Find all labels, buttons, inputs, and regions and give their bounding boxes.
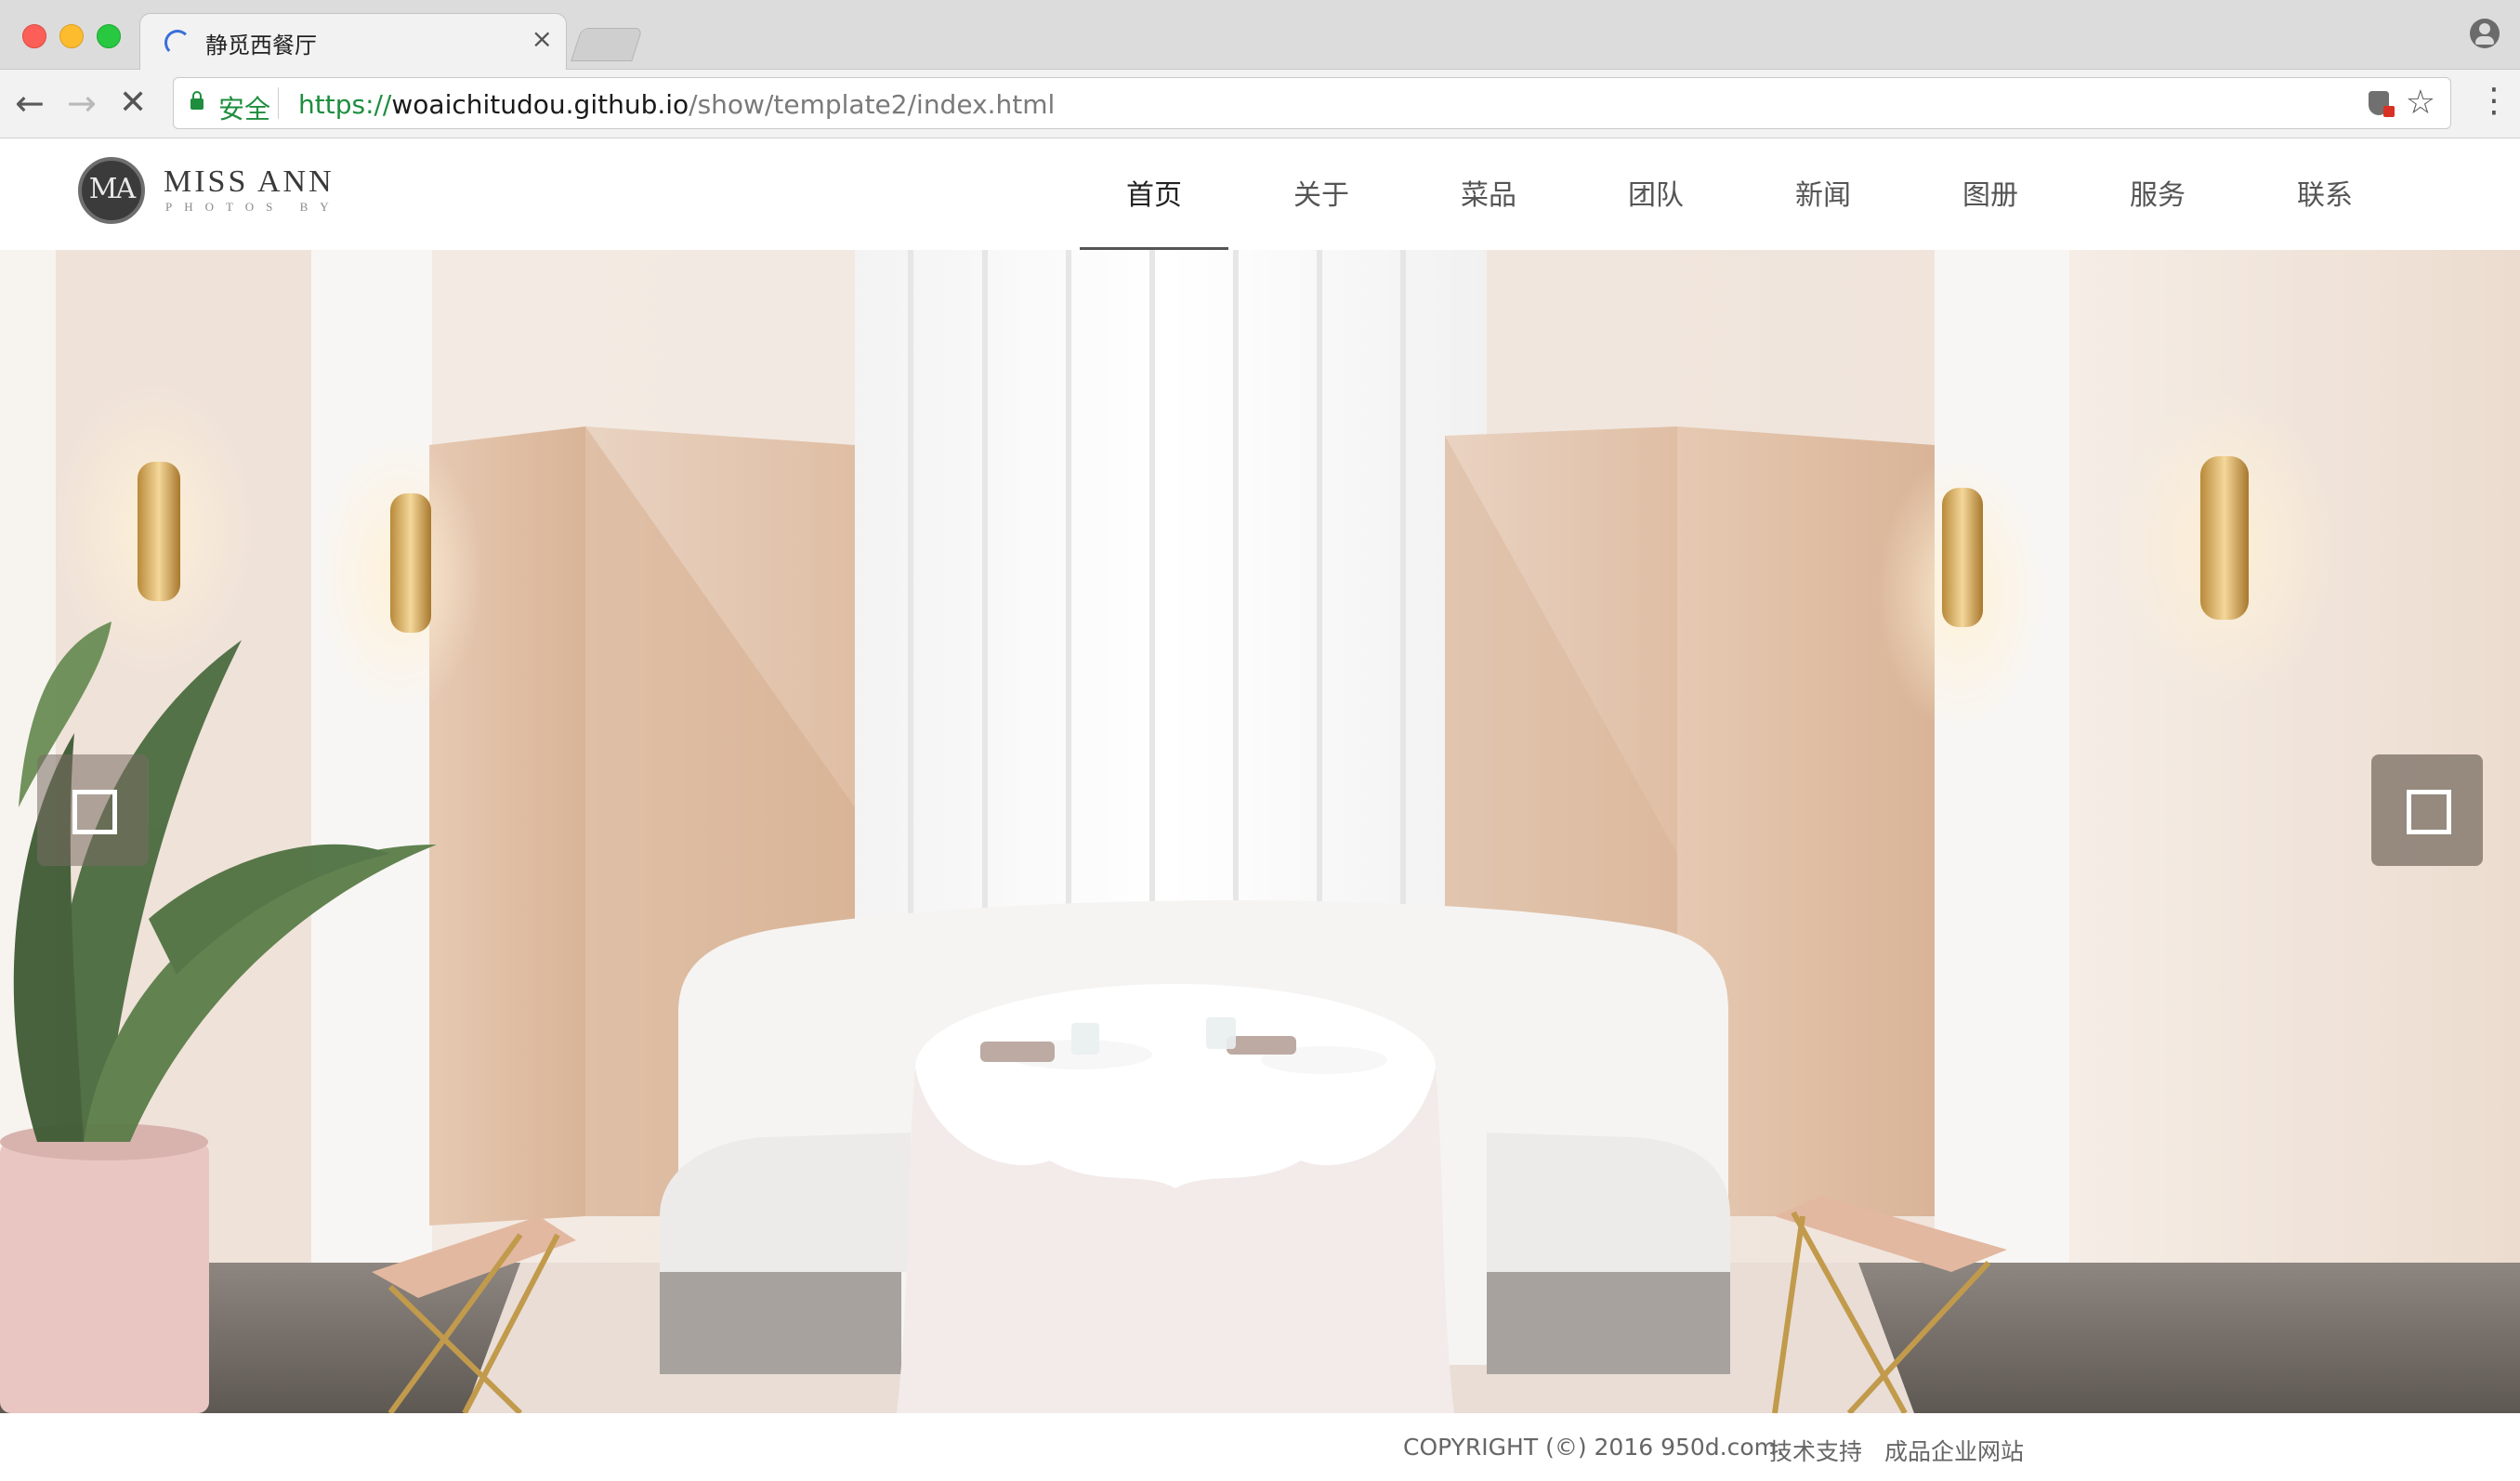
- logo-emblem[interactable]: MA: [78, 157, 145, 224]
- nav-item-services[interactable]: 服务: [2083, 172, 2232, 213]
- slider-next-button[interactable]: [2371, 754, 2483, 866]
- shield-blocked-icon[interactable]: [2369, 91, 2395, 117]
- nav-item-dishes[interactable]: 菜品: [1414, 172, 1563, 213]
- browser-tab[interactable]: 静觅西餐厅 ×: [139, 13, 567, 70]
- nav-item-gallery[interactable]: 图册: [1916, 172, 2065, 213]
- minimize-window-button[interactable]: [59, 24, 84, 48]
- hero-slider: [0, 250, 2520, 1413]
- new-tab-button[interactable]: [571, 28, 643, 61]
- nav-item-team[interactable]: 团队: [1582, 172, 1730, 213]
- forward-arrow-icon[interactable]: →: [67, 85, 97, 122]
- tab-title: 静觅西餐厅: [205, 33, 317, 59]
- lock-icon: [190, 91, 203, 110]
- hero-image: [0, 250, 2520, 1413]
- square-outline-icon: [2407, 790, 2451, 834]
- browser-titlebar: 静觅西餐厅 ×: [0, 0, 2520, 70]
- url-text[interactable]: https://woaichitudou.github.io/show/temp…: [298, 89, 1055, 120]
- stop-loading-icon[interactable]: ✕: [119, 85, 147, 122]
- slider-prev-button[interactable]: [37, 754, 149, 866]
- nav-item-home[interactable]: 首页: [1080, 172, 1228, 213]
- nav-item-contact[interactable]: 联系: [2251, 172, 2399, 213]
- browser-menu-icon[interactable]: ⋮: [2477, 83, 2511, 120]
- close-window-button[interactable]: [22, 24, 46, 48]
- browser-toolbar: ← → ✕ 安全 https://woaichitudou.github.io/…: [0, 70, 2520, 138]
- back-arrow-icon[interactable]: ←: [15, 85, 45, 122]
- square-outline-icon: [72, 790, 117, 834]
- url-scheme: https://: [298, 89, 392, 120]
- site-header: MA MISS ANN PHOTOS BY 首页 关于 菜品 团队 新闻 图册 …: [0, 138, 2520, 250]
- enterprise-site-link[interactable]: 成品企业网站: [1884, 1434, 2024, 1467]
- bookmark-star-icon[interactable]: ☆: [2406, 84, 2435, 122]
- logo-name[interactable]: MISS ANN: [164, 164, 335, 200]
- tech-support-link[interactable]: 技术支持: [1769, 1434, 1862, 1467]
- secure-label: 安全: [218, 94, 271, 125]
- maximize-window-button[interactable]: [97, 24, 121, 48]
- profile-icon[interactable]: [2470, 19, 2500, 48]
- address-bar[interactable]: 安全 https://woaichitudou.github.io/show/t…: [173, 77, 2451, 129]
- loading-spinner-icon: [164, 30, 190, 56]
- nav-item-about[interactable]: 关于: [1247, 172, 1396, 213]
- tab-close-icon[interactable]: ×: [532, 25, 553, 53]
- logo-subtitle: PHOTOS BY: [165, 200, 341, 214]
- url-path: /show/template2/index.html: [689, 89, 1056, 120]
- nav-item-news[interactable]: 新闻: [1749, 172, 1897, 213]
- copyright-text: COPYRIGHT (©) 2016 950d.com.: [1403, 1434, 1784, 1461]
- site-footer: COPYRIGHT (©) 2016 950d.com. 技术支持 成品企业网站: [0, 1413, 2520, 1481]
- url-host: woaichitudou.github.io: [391, 89, 689, 120]
- address-divider: [278, 87, 279, 119]
